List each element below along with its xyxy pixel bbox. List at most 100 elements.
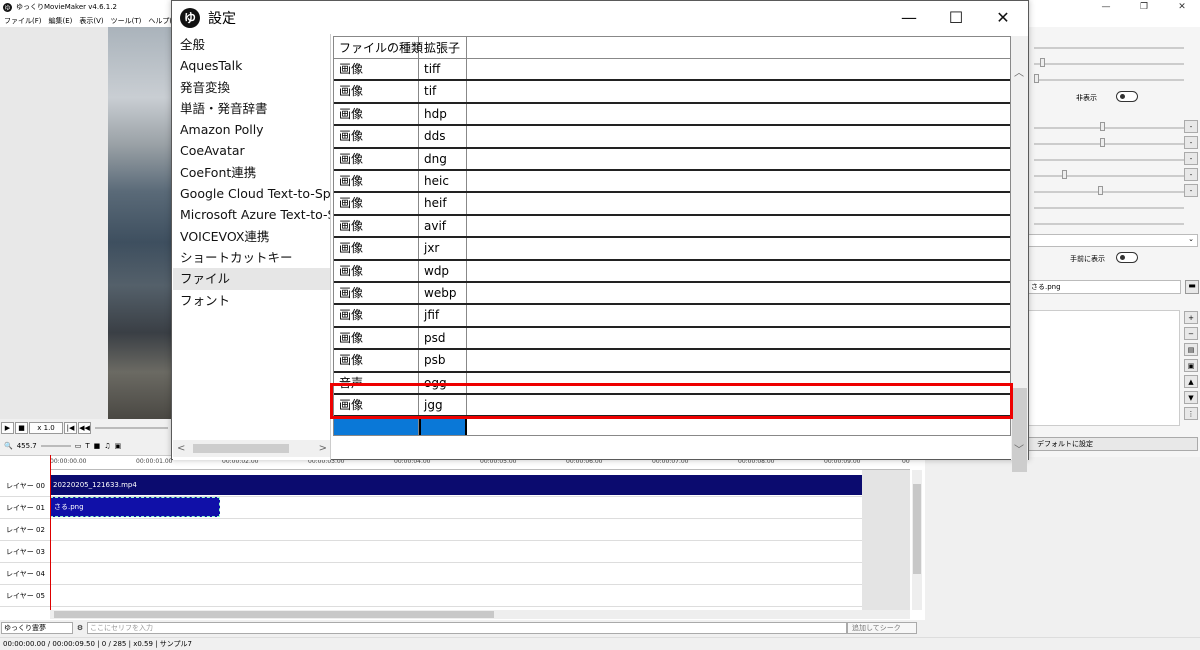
add-effect-icon[interactable]: + (1184, 311, 1198, 324)
settings-nav-item[interactable]: Amazon Polly (173, 119, 330, 140)
table-row[interactable]: 画像 dng (334, 148, 1010, 171)
stop-button[interactable]: ■ (15, 422, 28, 434)
seek-slider[interactable] (95, 427, 168, 429)
new-row[interactable] (334, 417, 1010, 435)
settings-nav-item[interactable]: 単語・発音辞書 (173, 98, 330, 119)
column-header-extension[interactable]: 拡張子 (419, 37, 467, 58)
more-options-icon[interactable]: ⋮ (1184, 407, 1198, 420)
scroll-thumb[interactable] (193, 444, 289, 453)
cell-file-type[interactable]: 画像 (334, 350, 419, 371)
slider-knob[interactable] (1062, 170, 1067, 179)
timeline-vertical-scrollbar[interactable] (912, 470, 922, 610)
zoom-slider[interactable] (40, 445, 71, 447)
table-row[interactable]: 画像 jxr (334, 238, 1010, 261)
layer-label[interactable]: レイヤー 05 (0, 585, 50, 607)
scroll-left-icon[interactable]: < (177, 443, 185, 454)
table-row[interactable]: 画像 dds (334, 126, 1010, 149)
property-slider[interactable] (1034, 63, 1184, 65)
layer-track[interactable] (50, 519, 862, 541)
table-row[interactable]: 画像 psd (334, 327, 1010, 351)
cell-extension[interactable]: psd (419, 327, 467, 349)
reset-button[interactable]: - (1184, 168, 1198, 181)
speech-input[interactable]: ここにセリフを入力 (87, 622, 847, 634)
character-settings-icon[interactable]: ⚙ (73, 624, 87, 632)
cell-extension[interactable]: wdp (419, 260, 467, 281)
table-row[interactable]: 画像 hdp (334, 103, 1010, 127)
table-row[interactable]: 画像 wdp (334, 260, 1010, 283)
app-close-button[interactable]: ✕ (1164, 0, 1200, 14)
cell-extension[interactable]: dds (419, 126, 467, 147)
remove-effect-icon[interactable]: − (1184, 327, 1198, 340)
layer-track[interactable] (50, 585, 862, 607)
cell-extension[interactable]: jfif (419, 305, 467, 326)
property-slider[interactable] (1034, 175, 1184, 177)
cell-file-type[interactable]: 画像 (334, 148, 419, 169)
settings-nav-item[interactable]: ファイル (173, 268, 330, 290)
table-row[interactable]: 画像 heif (334, 193, 1010, 216)
table-row[interactable]: 画像 jfif (334, 305, 1010, 328)
slider-knob[interactable] (1098, 186, 1103, 195)
speed-select[interactable]: x 1.0 (29, 422, 63, 434)
table-row[interactable]: 画像 tiff (334, 59, 1010, 82)
video-icon[interactable]: ■ (94, 442, 101, 450)
menu-view[interactable]: 表示(V) (79, 16, 103, 26)
save-effect-icon[interactable]: ▣ (1184, 359, 1198, 372)
cell-file-type[interactable]: 画像 (334, 103, 419, 125)
cell-extension[interactable]: heic (419, 171, 467, 192)
comment-icon[interactable]: ▭ (75, 442, 82, 450)
property-slider[interactable] (1034, 191, 1184, 193)
cell-file-type[interactable]: 画像 (334, 59, 419, 80)
cell-file-type[interactable]: 画像 (334, 305, 419, 326)
cell-extension[interactable]: tif (419, 81, 467, 102)
reset-button[interactable]: - (1184, 184, 1198, 197)
reset-button[interactable]: - (1184, 120, 1198, 133)
reset-button[interactable]: - (1184, 136, 1198, 149)
cell-extension[interactable]: hdp (419, 103, 467, 125)
settings-nav-item[interactable]: Google Cloud Text-to-Speech (173, 183, 330, 204)
nav-horizontal-scrollbar[interactable]: < > (173, 440, 330, 457)
cell-file-type[interactable]: 画像 (334, 81, 419, 102)
file-type-grid[interactable]: ファイルの種類 拡張子 画像 tiff 画像 tif 画像 hdp 画像 dds 画像 dng 画像… (333, 36, 1011, 436)
menu-file[interactable]: ファイル(F) (4, 16, 42, 26)
add-and-seek-button[interactable]: 追加してシーク (847, 622, 917, 634)
layer-label[interactable]: レイヤー 00 (0, 475, 50, 497)
cell-extension[interactable]: jxr (419, 238, 467, 259)
menu-edit[interactable]: 編集(E) (49, 16, 73, 26)
timeline-horizontal-scrollbar[interactable] (50, 610, 910, 619)
layer-label[interactable]: レイヤー 01 (0, 497, 50, 519)
slider-knob[interactable] (1100, 122, 1105, 131)
cell-extension[interactable]: heif (419, 193, 467, 214)
image-clip[interactable]: さる.png (50, 497, 220, 517)
grid-vertical-scrollbar[interactable]: ︿ ﹀ (1011, 36, 1028, 472)
move-up-icon[interactable]: ▲ (1184, 375, 1198, 388)
blend-select[interactable]: ⌄ (1028, 234, 1198, 247)
settings-nav-item[interactable]: CoeFont連携 (173, 162, 330, 183)
settings-nav-item[interactable]: AquesTalk (173, 55, 330, 76)
play-button[interactable]: ▶ (1, 422, 14, 434)
move-down-icon[interactable]: ▼ (1184, 391, 1198, 404)
hide-toggle[interactable] (1116, 91, 1138, 102)
file-path-select[interactable]: さる.png (1028, 280, 1181, 294)
property-slider[interactable] (1034, 159, 1184, 161)
effect-list[interactable] (1028, 310, 1180, 426)
dialog-minimize-button[interactable]: — (884, 1, 934, 34)
cell-file-type[interactable]: 画像 (334, 193, 419, 214)
settings-nav-item[interactable]: CoeAvatar (173, 140, 330, 161)
scroll-right-icon[interactable]: > (319, 443, 327, 454)
copy-effect-icon[interactable]: ▤ (1184, 343, 1198, 356)
cell-extension[interactable]: dng (419, 148, 467, 169)
layer-label[interactable]: レイヤー 04 (0, 563, 50, 585)
prev-frame-button[interactable]: |◀ (64, 422, 77, 434)
layer-label[interactable]: レイヤー 03 (0, 541, 50, 563)
table-row[interactable]: 画像 heic (334, 171, 1010, 194)
scroll-down-icon[interactable]: ﹀ (1014, 441, 1024, 456)
cell-file-type[interactable]: 画像 (334, 327, 419, 349)
settings-nav-item[interactable]: ショートカットキー (173, 247, 330, 268)
property-slider[interactable] (1034, 79, 1184, 81)
table-row[interactable]: 画像 avif (334, 215, 1010, 239)
reset-button[interactable]: - (1184, 152, 1198, 165)
front-toggle[interactable] (1116, 252, 1138, 263)
property-slider[interactable] (1034, 143, 1184, 145)
cell-extension[interactable]: tiff (419, 59, 467, 80)
table-row[interactable]: 画像 psb (334, 350, 1010, 373)
